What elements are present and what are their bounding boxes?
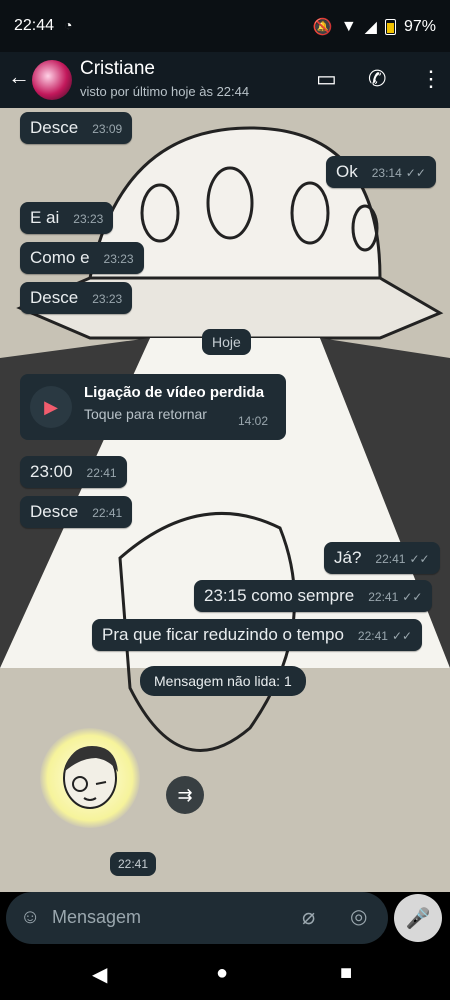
call-time: 14:02 <box>237 414 268 428</box>
read-ticks-icon: ✓✓ <box>402 590 423 604</box>
message-time: 22:41 <box>86 466 117 480</box>
message-input[interactable]: Mensagem <box>52 907 141 928</box>
missed-video-call-icon: ▶ <box>30 386 72 428</box>
message-incoming[interactable]: Desce 23:09 <box>20 112 133 144</box>
phone-icon[interactable]: ✆ <box>368 66 386 92</box>
wifi-icon: ▼ <box>340 18 357 35</box>
sticker-character-icon <box>63 746 118 809</box>
message-text: E ai <box>30 208 60 227</box>
chat-header[interactable]: ← Cristiane visto por último hoje às 22:… <box>0 52 450 108</box>
signal-icon: ◢ <box>364 19 377 36</box>
message-text: 23:00 <box>30 462 73 481</box>
message-outgoing[interactable]: 23:15 como sempre 22:41 ✓✓ <box>194 580 433 612</box>
message-time: 23:23 <box>103 252 134 266</box>
message-incoming[interactable]: 23:00 22:41 <box>20 456 127 488</box>
microphone-button[interactable]: 🎤 <box>394 894 442 942</box>
message-text: Desce <box>30 288 79 307</box>
message-text: Como e <box>30 248 90 267</box>
sticker-time: 22:41 <box>110 852 157 876</box>
attach-icon[interactable]: ⌀ <box>302 904 315 930</box>
message-time: 23:23 <box>73 212 104 226</box>
battery-percent: 97% <box>403 18 436 35</box>
avatar[interactable] <box>32 60 72 100</box>
chat-area[interactable]: Desce 23:09 Ok 23:14 ✓✓ E ai 23:23 Como e 23:… <box>0 108 450 892</box>
sticker-image[interactable] <box>40 728 140 828</box>
more-options-icon[interactable]: ⋮ <box>420 66 442 92</box>
nav-recents-icon[interactable]: ■ <box>340 962 352 985</box>
mute-icon: 🔕 <box>312 19 333 36</box>
message-time: 23:23 <box>92 292 123 306</box>
message-text: Pra que ficar reduzindo o tempo <box>102 625 344 644</box>
message-time: 23:09 <box>92 122 123 136</box>
forward-icon[interactable]: ⇉ <box>166 776 204 814</box>
message-time: 22:41 <box>375 552 406 566</box>
date-chip: Hoje <box>202 329 251 355</box>
system-nav-bar: ◀ ● ■ <box>0 946 450 1000</box>
message-text: Já? <box>334 548 362 567</box>
message-incoming[interactable]: Desce 22:41 <box>20 496 133 528</box>
last-seen-status: visto por último hoje às 22:44 <box>80 84 250 99</box>
clock: 22:44 <box>14 17 55 34</box>
nav-back-icon[interactable]: ◀ <box>92 962 107 987</box>
read-ticks-icon: ✓✓ <box>409 552 430 566</box>
battery-icon <box>384 19 396 35</box>
message-text: Desce <box>30 502 79 521</box>
missed-video-call-card[interactable]: ▶ Ligação de vídeo perdida Toque para re… <box>20 374 286 440</box>
message-input-bar[interactable]: ☺ Mensagem ⌀ ◎ <box>6 892 388 944</box>
message-time: 22:41 <box>92 506 123 520</box>
camera-icon[interactable]: ◎ <box>350 904 367 929</box>
message-time: 23:14 <box>371 166 402 180</box>
whatsapp-icon: ◔ <box>64 17 73 33</box>
message-outgoing[interactable]: Ok 23:14 ✓✓ <box>326 156 436 188</box>
message-text: Ok <box>336 162 358 181</box>
message-time: 22:41 <box>368 590 399 604</box>
message-incoming[interactable]: Como e 23:23 <box>20 242 144 274</box>
message-outgoing[interactable]: Pra que ficar reduzindo o tempo 22:41 ✓✓ <box>92 619 423 651</box>
read-ticks-icon: ✓✓ <box>391 629 413 643</box>
message-time: 22:41 <box>357 629 388 643</box>
sticker-emoji-icon[interactable]: ☺ <box>20 906 40 929</box>
status-icons: 🔕 ▼ ◢ 97% <box>313 17 436 37</box>
message-text: Desce <box>30 118 79 137</box>
video-call-icon[interactable]: ▭ <box>316 66 337 92</box>
nav-home-icon[interactable]: ● <box>216 962 228 985</box>
back-arrow-icon[interactable]: ← <box>8 64 30 90</box>
contact-name[interactable]: Cristiane <box>80 58 155 80</box>
status-bar: 22:44 ◔ 🔕 ▼ ◢ 97% <box>0 0 450 52</box>
call-subtitle: Toque para retornar <box>84 406 207 422</box>
call-title: Ligação de vídeo perdida <box>84 384 265 401</box>
message-text: 23:15 como sempre <box>204 586 355 605</box>
read-ticks-icon: ✓✓ <box>405 166 426 180</box>
message-incoming[interactable]: E ai 23:23 <box>20 202 114 234</box>
unread-message-divider: Mensagem não lida: 1 <box>140 666 306 696</box>
message-outgoing[interactable]: Já? 22:41 ✓✓ <box>324 542 440 574</box>
message-incoming[interactable]: Desce 23:23 <box>20 282 133 314</box>
